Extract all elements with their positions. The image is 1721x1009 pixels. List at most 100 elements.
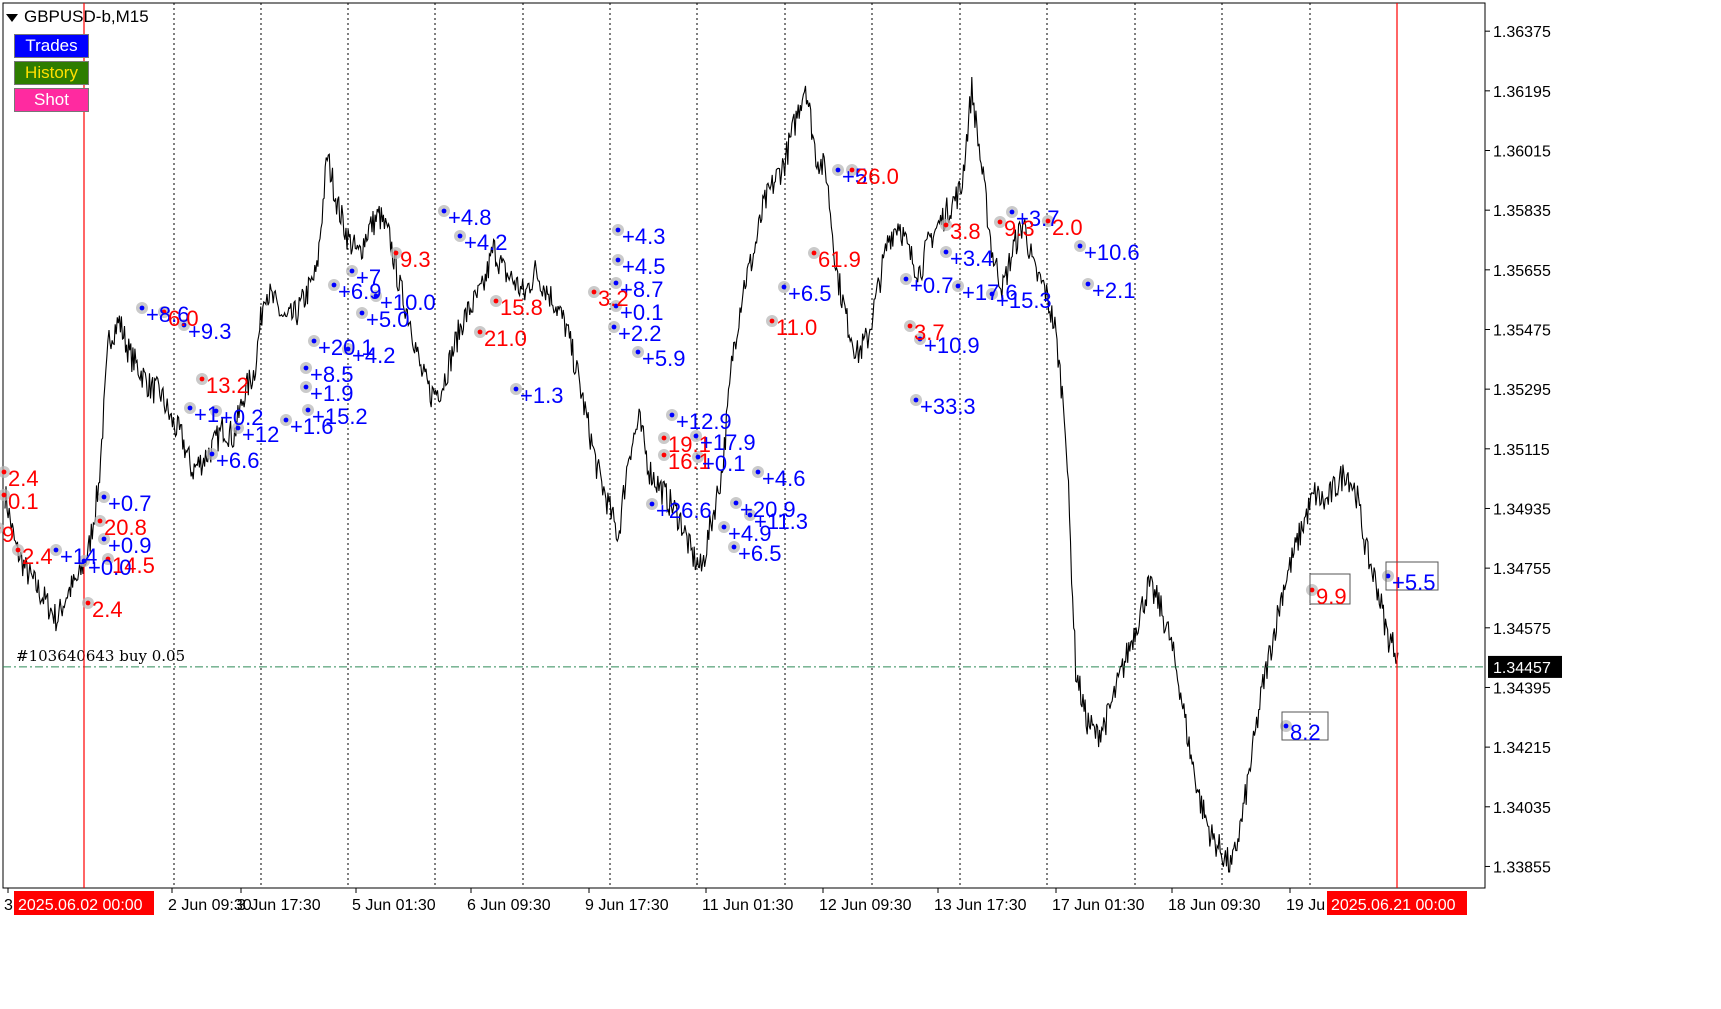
trade-arrow-icon bbox=[635, 349, 641, 355]
y-tick-label: 1.36195 bbox=[1493, 84, 1551, 101]
trade-arrow-icon bbox=[955, 283, 961, 289]
trade-result-label: 9.3 bbox=[400, 247, 431, 272]
trade-result-label: +0.0 bbox=[88, 555, 131, 580]
trade-arrow-icon bbox=[15, 547, 21, 553]
y-tick-label: 1.34755 bbox=[1493, 561, 1551, 578]
trade-result-label: +1 bbox=[194, 402, 219, 427]
trade-result-label: 13.2 bbox=[206, 373, 249, 398]
trade-arrow-icon bbox=[209, 451, 215, 457]
x-tick-label: 3 bbox=[4, 897, 13, 914]
y-tick-label: 1.34215 bbox=[1493, 740, 1551, 757]
x-tick-label: 9 Jun 17:30 bbox=[585, 897, 669, 914]
y-tick-label: 1.33855 bbox=[1493, 859, 1551, 876]
trade-result-label: +5.0 bbox=[366, 307, 409, 332]
trade-result-label: 61.9 bbox=[818, 247, 861, 272]
trade-result-label: +0.1 bbox=[702, 451, 745, 476]
history-button[interactable]: History bbox=[14, 61, 89, 85]
trade-arrow-icon bbox=[721, 524, 727, 530]
trade-result-label: +6.9 bbox=[338, 279, 381, 304]
trade-arrow-icon bbox=[85, 600, 91, 606]
trade-arrow-icon bbox=[303, 384, 309, 390]
trade-arrow-icon bbox=[101, 494, 107, 500]
trade-result-label: +1.6 bbox=[290, 414, 333, 439]
trade-arrow-icon bbox=[441, 208, 447, 214]
trade-result-label: 2.4 bbox=[8, 466, 39, 491]
trade-arrow-icon bbox=[97, 518, 103, 524]
order-line-label: #103640643 buy 0.05 bbox=[16, 647, 185, 665]
trade-result-label: +26.6 bbox=[656, 498, 712, 523]
x-tick-label: 12 Jun 09:30 bbox=[819, 897, 912, 914]
trade-result-label: +4.3 bbox=[622, 224, 665, 249]
trade-result-label: +6.5 bbox=[788, 281, 831, 306]
trade-arrow-icon bbox=[457, 233, 463, 239]
x-tick-label: 19 Ju bbox=[1286, 897, 1325, 914]
trade-arrow-icon bbox=[611, 324, 617, 330]
trade-arrow-icon bbox=[903, 276, 909, 282]
trade-arrow-icon bbox=[943, 249, 949, 255]
trade-arrow-icon bbox=[733, 500, 739, 506]
trade-arrow-icon bbox=[997, 219, 1003, 225]
dropdown-triangle-icon[interactable] bbox=[6, 13, 18, 22]
x-tick-label: 18 Jun 09:30 bbox=[1168, 897, 1261, 914]
y-tick-label: 1.36015 bbox=[1493, 144, 1551, 161]
trade-result-label: +4.5 bbox=[622, 254, 665, 279]
trade-arrow-icon bbox=[513, 386, 519, 392]
trade-arrow-icon bbox=[1009, 209, 1015, 215]
trade-arrow-icon bbox=[305, 407, 311, 413]
trade-arrow-icon bbox=[477, 329, 483, 335]
trade-arrow-icon bbox=[661, 452, 667, 458]
trade-result-label: +4.2 bbox=[352, 343, 395, 368]
trade-arrow-icon bbox=[907, 323, 913, 329]
trade-arrow-icon bbox=[493, 298, 499, 304]
trade-result-label: +12 bbox=[242, 422, 279, 447]
trade-arrow-icon bbox=[661, 435, 667, 441]
trade-arrow-icon bbox=[755, 469, 761, 475]
trade-result-label: 2.4 bbox=[92, 597, 123, 622]
y-tick-label: 1.34395 bbox=[1493, 680, 1551, 697]
x-tick-label: 17 Jun 01:30 bbox=[1052, 897, 1145, 914]
trade-result-label: 15.8 bbox=[500, 295, 543, 320]
chart-symbol-title: GBPUSD-b,M15 bbox=[6, 7, 149, 27]
trade-result-label: +0.7 bbox=[910, 273, 953, 298]
trade-result-label: 21.0 bbox=[484, 326, 527, 351]
trade-result-label: +2.2 bbox=[618, 321, 661, 346]
trade-arrow-icon bbox=[1077, 243, 1083, 249]
trade-arrow-icon bbox=[613, 280, 619, 286]
trade-arrow-icon bbox=[943, 222, 949, 228]
trade-result-label: 9.3 bbox=[1004, 216, 1035, 241]
trade-result-label: 11.0 bbox=[776, 315, 817, 340]
trade-result-label: +5.9 bbox=[642, 346, 685, 371]
y-tick-label: 1.36375 bbox=[1493, 24, 1551, 41]
trades-button[interactable]: Trades bbox=[14, 34, 89, 58]
trade-arrow-icon bbox=[393, 250, 399, 256]
trade-arrow-icon bbox=[187, 405, 193, 411]
trade-result-label: 2.0 bbox=[1052, 215, 1083, 240]
y-tick-label: 1.35475 bbox=[1493, 322, 1551, 339]
shot-button[interactable]: Shot bbox=[14, 88, 89, 112]
trade-arrow-icon bbox=[311, 338, 317, 344]
trade-result-label: 9 bbox=[2, 522, 14, 547]
current-price-label: 1.34457 bbox=[1493, 660, 1551, 677]
trade-arrow-icon bbox=[649, 501, 655, 507]
trade-result-label: +6.5 bbox=[738, 541, 781, 566]
trade-result-label: +4.8 bbox=[448, 205, 491, 230]
trade-arrow-icon bbox=[331, 282, 337, 288]
price-chart[interactable]: 1.36375 1.36195 1.36015 1.35835 1.35655 1.354… bbox=[0, 0, 1721, 1009]
trade-result-label: +9.3 bbox=[188, 319, 231, 344]
trade-arrow-icon bbox=[1, 469, 7, 475]
trade-arrow-icon bbox=[349, 268, 355, 274]
trade-arrow-icon bbox=[669, 412, 675, 418]
trade-arrow-icon bbox=[769, 318, 775, 324]
trade-result-label: +1.9 bbox=[310, 381, 353, 406]
y-tick-label: 1.35835 bbox=[1493, 203, 1551, 220]
trade-result-label: +1.3 bbox=[520, 383, 563, 408]
trade-arrow-icon bbox=[359, 310, 365, 316]
trade-result-label: +33.3 bbox=[920, 394, 976, 419]
y-tick-label: 1.35655 bbox=[1493, 263, 1551, 280]
trade-arrow-icon bbox=[615, 227, 621, 233]
trade-arrow-icon bbox=[53, 547, 59, 553]
x-tick-label: 6 Jun 09:30 bbox=[467, 897, 551, 914]
trade-result-label: +6.6 bbox=[216, 448, 259, 473]
y-tick-label: 1.35295 bbox=[1493, 382, 1551, 399]
trade-arrow-icon bbox=[283, 417, 289, 423]
